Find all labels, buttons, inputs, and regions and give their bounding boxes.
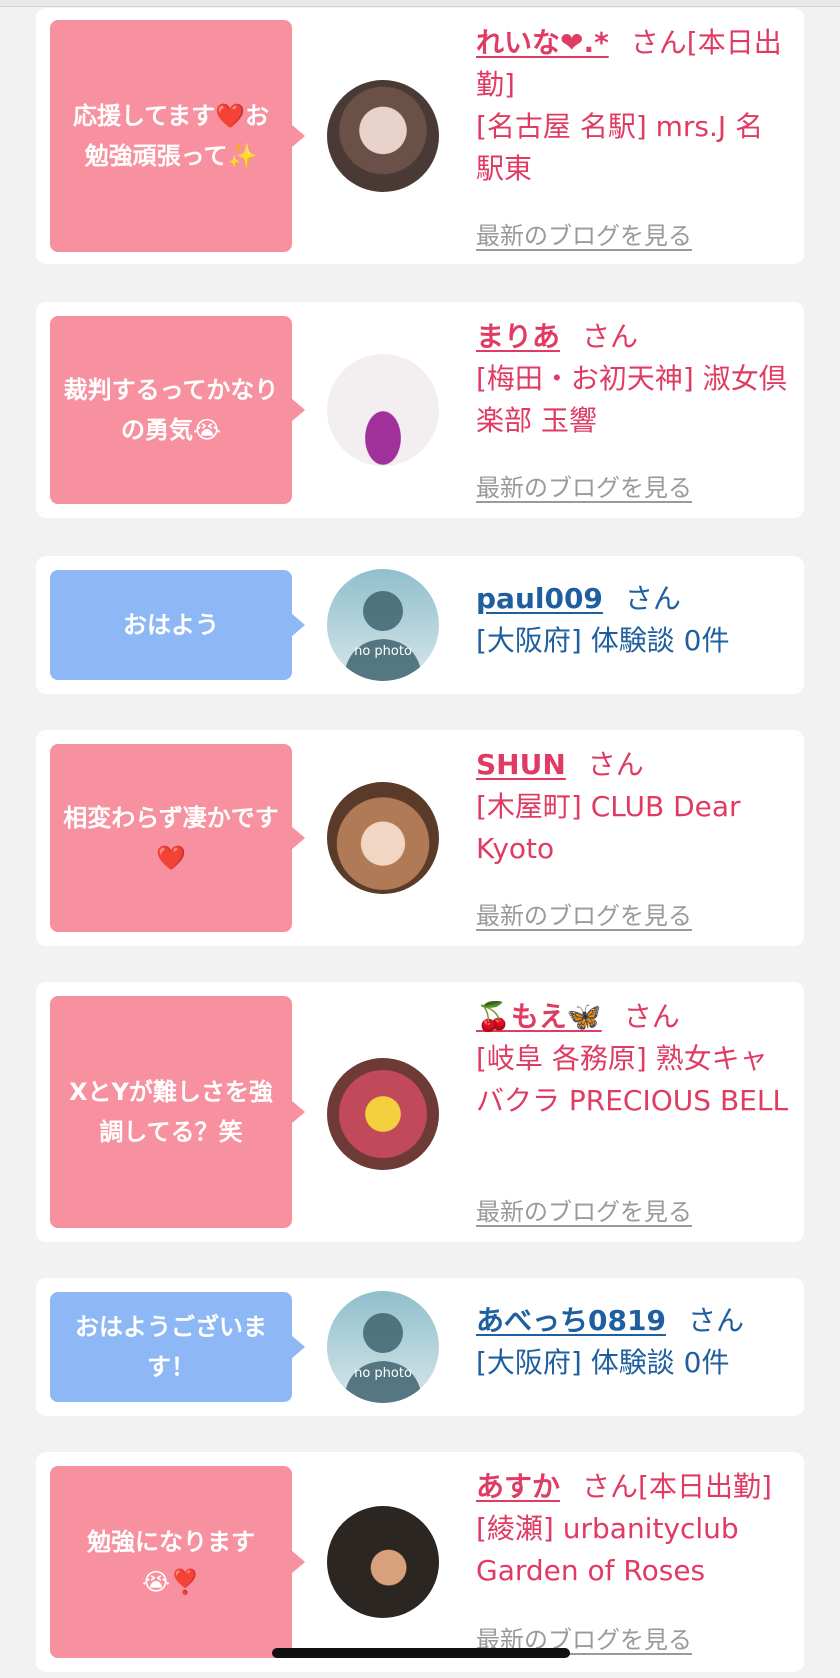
location-text: [岐阜 各務原] 熟女キャバクラ PRECIOUS BELL — [476, 1042, 789, 1117]
latest-blog-link[interactable]: 最新のブログを見る — [476, 216, 692, 251]
user-name-link[interactable]: SHUN — [476, 748, 566, 781]
honorific: さん — [624, 582, 681, 615]
user-name-link[interactable]: あすか — [476, 1470, 560, 1503]
comment-card: おはよう no photo paul009 さん [大阪府] 体験談 0件 — [36, 556, 804, 694]
user-avatar[interactable]: no photo — [327, 1291, 439, 1403]
silhouette-icon: no photo — [343, 591, 423, 681]
comment-card: おはようございます！ no photo あべっち0819 さん [大阪府] 体験談… — [36, 1278, 804, 1416]
location-text: [大阪府] 体験談 0件 — [476, 624, 730, 657]
honorific: さん — [587, 748, 644, 781]
comment-bubble: おはようございます！ — [50, 1292, 305, 1402]
comment-card: XとYが難しさを強調してる？笑 🍒もえ🦋 さん [岐阜 各務原] 熟女キャバクラ … — [36, 982, 804, 1242]
location-text: [梅田・お初天神] 淑女倶楽部 玉響 — [476, 362, 787, 437]
no-photo-label: no photo — [354, 644, 412, 659]
user-info: あすか さん[本日出勤] [綾瀬] urbanityclub Garden of … — [476, 1466, 790, 1592]
user-info: paul009 さん [大阪府] 体験談 0件 — [476, 578, 790, 662]
comment-bubble: 応援してます❤️お勉強頑張って✨ — [50, 20, 305, 252]
comment-bubble: おはよう — [50, 570, 305, 680]
honorific: さん — [687, 1304, 744, 1337]
latest-blog-link[interactable]: 最新のブログを見る — [476, 468, 692, 503]
user-info: れいな❤.* さん[本日出勤] [名古屋 名駅] mrs.J 名駅東 — [476, 22, 790, 190]
honorific: さん — [582, 320, 639, 353]
user-avatar[interactable] — [327, 80, 439, 192]
latest-blog-link[interactable]: 最新のブログを見る — [476, 1192, 692, 1227]
user-info: あべっち0819 さん [大阪府] 体験談 0件 — [476, 1300, 790, 1384]
user-name-link[interactable]: 🍒もえ🦋 — [476, 1000, 602, 1033]
comment-bubble: XとYが難しさを強調してる？笑 — [50, 996, 305, 1228]
user-name-link[interactable]: あべっち0819 — [476, 1304, 666, 1337]
user-info: SHUN さん [木屋町] CLUB Dear Kyoto — [476, 744, 790, 870]
location-text: [大阪府] 体験談 0件 — [476, 1346, 730, 1379]
location-text: [木屋町] CLUB Dear Kyoto — [476, 790, 741, 865]
comment-bubble: 相変わらず凄かです❤️ — [50, 744, 305, 932]
comment-bubble: 勉強になります😭❣️ — [50, 1466, 305, 1658]
user-avatar[interactable]: no photo — [327, 569, 439, 681]
location-text: [名古屋 名駅] mrs.J 名駅東 — [476, 110, 764, 185]
no-photo-label: no photo — [354, 1366, 412, 1381]
user-info: 🍒もえ🦋 さん [岐阜 各務原] 熟女キャバクラ PRECIOUS BELL — [476, 996, 790, 1122]
latest-blog-link[interactable]: 最新のブログを見る — [476, 896, 692, 931]
user-name-link[interactable]: まりあ — [476, 320, 560, 353]
user-avatar[interactable] — [327, 1506, 439, 1618]
location-text: [綾瀬] urbanityclub Garden of Roses — [476, 1512, 739, 1587]
honorific: さん — [623, 1000, 680, 1033]
working-today-badge: [本日出勤] — [638, 1470, 772, 1503]
comment-card: 勉強になります😭❣️ あすか さん[本日出勤] [綾瀬] urbanityclub… — [36, 1452, 804, 1672]
silhouette-icon: no photo — [343, 1313, 423, 1403]
honorific: さん — [630, 26, 687, 59]
comment-card: 応援してます❤️お勉強頑張って✨ れいな❤.* さん[本日出勤] [名古屋 名駅]… — [36, 8, 804, 264]
user-info: まりあ さん [梅田・お初天神] 淑女倶楽部 玉響 — [476, 316, 790, 442]
user-avatar[interactable] — [327, 354, 439, 466]
user-name-link[interactable]: paul009 — [476, 582, 603, 615]
home-indicator[interactable] — [272, 1648, 570, 1658]
comment-card: 相変わらず凄かです❤️ SHUN さん [木屋町] CLUB Dear Kyoto… — [36, 730, 804, 946]
top-divider — [0, 0, 840, 7]
honorific: さん — [582, 1470, 639, 1503]
comment-bubble: 裁判するってかなりの勇気😭 — [50, 316, 305, 504]
user-avatar[interactable] — [327, 782, 439, 894]
comment-card: 裁判するってかなりの勇気😭 まりあ さん [梅田・お初天神] 淑女倶楽部 玉響 最… — [36, 302, 804, 518]
user-avatar[interactable] — [327, 1058, 439, 1170]
user-name-link[interactable]: れいな❤.* — [476, 26, 609, 59]
